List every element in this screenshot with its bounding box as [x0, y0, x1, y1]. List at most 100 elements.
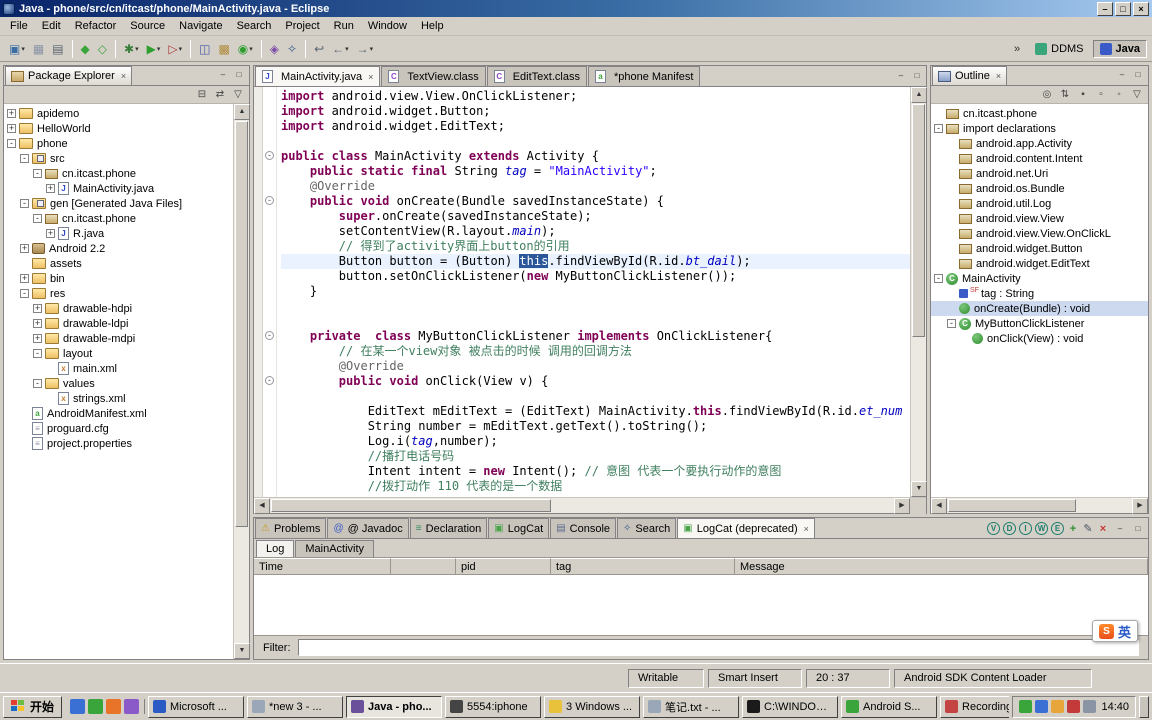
new-java-project-button[interactable]: ◫: [195, 39, 214, 59]
minimize-window-button[interactable]: –: [1097, 1, 1113, 16]
new-class-button[interactable]: ◉ ▾: [234, 39, 257, 59]
perspective-ddms-button[interactable]: DDMS: [1028, 40, 1090, 58]
scroll-thumb[interactable]: [912, 104, 925, 338]
scroll-up-icon[interactable]: ▲: [234, 104, 250, 120]
menu-source[interactable]: Source: [123, 18, 172, 34]
minimize-view-button[interactable]: –: [216, 69, 230, 81]
tray-icon-2[interactable]: [1035, 700, 1049, 713]
scroll-up-icon[interactable]: ▲: [911, 87, 927, 103]
link-with-editor-button[interactable]: ⇄: [213, 89, 227, 100]
console-tab[interactable]: ⚠ Problems: [255, 518, 327, 538]
explorer-item[interactable]: + Android 2.2: [4, 241, 233, 256]
task-button-6[interactable]: 笔记.txt - ...: [643, 695, 740, 718]
hide-non-public-button[interactable]: ◦: [1112, 89, 1126, 100]
explorer-item[interactable]: + drawable-ldpi: [4, 316, 233, 331]
menu-search[interactable]: Search: [230, 18, 279, 34]
close-view-icon[interactable]: ×: [996, 71, 1001, 81]
scroll-left-icon[interactable]: ◀: [931, 498, 947, 514]
explorer-item[interactable]: - cn.itcast.phone: [4, 166, 233, 181]
task-button-7[interactable]: C:\WINDOWS...: [742, 695, 839, 718]
outline-item[interactable]: cn.itcast.phone: [931, 106, 1148, 121]
show-desktop-button[interactable]: [1139, 695, 1149, 718]
collapse-icon[interactable]: -: [33, 379, 42, 388]
code-line[interactable]: public void onCreate(Bundle savedInstanc…: [281, 194, 910, 209]
explorer-item[interactable]: + MainActivity.java: [4, 181, 233, 196]
logcat-message-list[interactable]: [254, 575, 1148, 635]
explorer-item[interactable]: + drawable-mdpi: [4, 331, 233, 346]
console-tab[interactable]: ▤ Console: [550, 518, 617, 538]
console-tab[interactable]: @ @ Javadoc: [327, 518, 409, 538]
explorer-item[interactable]: main.xml: [4, 361, 233, 376]
column-header[interactable]: [391, 558, 456, 574]
outline-item[interactable]: android.content.Intent: [931, 151, 1148, 166]
menu-run[interactable]: Run: [327, 18, 361, 34]
maximize-view-button[interactable]: □: [1131, 69, 1145, 81]
tray-icon-1[interactable]: [1019, 700, 1033, 713]
task-button-3[interactable]: Java - pho...: [346, 695, 443, 718]
outline-item[interactable]: - import declarations: [931, 121, 1148, 136]
toolbar-overflow-icon[interactable]: »: [1014, 43, 1020, 55]
back-button[interactable]: ← ▾: [328, 39, 353, 59]
minimize-editor-button[interactable]: –: [894, 70, 908, 82]
forward-button[interactable]: → ▾: [353, 39, 378, 59]
expand-icon[interactable]: +: [46, 184, 55, 193]
collapse-icon[interactable]: -: [947, 319, 956, 328]
code-line[interactable]: import android.view.View.OnClickListener…: [281, 89, 910, 104]
editor-vertical-scrollbar[interactable]: ▲ ▼: [910, 87, 927, 497]
outline-item[interactable]: android.net.Uri: [931, 166, 1148, 181]
scroll-left-icon[interactable]: ◀: [254, 498, 270, 514]
code-line[interactable]: //播打电话号码: [281, 449, 910, 464]
logcat-filter-input[interactable]: [297, 639, 1139, 656]
perspective-java-button[interactable]: Java: [1092, 39, 1147, 58]
scroll-down-icon[interactable]: ▼: [234, 643, 250, 659]
menu-project[interactable]: Project: [278, 18, 326, 34]
scroll-thumb[interactable]: [271, 499, 551, 512]
expand-icon[interactable]: +: [33, 334, 42, 343]
code-line[interactable]: // 在某一个view对象 被点击的时候 调用的回调方法: [281, 344, 910, 359]
code-line[interactable]: private class MyButtonClickListener impl…: [281, 329, 910, 344]
menu-file[interactable]: File: [3, 18, 35, 34]
explorer-item[interactable]: - gen [Generated Java Files]: [4, 196, 233, 211]
package-explorer-tab[interactable]: Package Explorer ×: [5, 66, 133, 85]
console-tab[interactable]: ✧ Search: [617, 518, 677, 538]
loglevel-w-button[interactable]: W: [1035, 522, 1048, 535]
code-line[interactable]: [281, 389, 910, 404]
outline-item[interactable]: onClick(View) : void: [931, 331, 1148, 346]
expand-icon[interactable]: +: [46, 229, 55, 238]
fold-collapse-icon[interactable]: -: [265, 331, 274, 340]
edit-filter-button[interactable]: ✎: [1082, 522, 1094, 535]
view-menu-button[interactable]: ▽: [1130, 89, 1144, 100]
task-button-8[interactable]: Android S...: [841, 695, 938, 718]
loglevel-v-button[interactable]: V: [987, 522, 1000, 535]
code-line[interactable]: import android.widget.Button;: [281, 104, 910, 119]
explorer-item[interactable]: + drawable-hdpi: [4, 301, 233, 316]
collapse-icon[interactable]: -: [33, 169, 42, 178]
explorer-item[interactable]: - values: [4, 376, 233, 391]
view-menu-button[interactable]: ▽: [231, 89, 245, 100]
menu-help[interactable]: Help: [414, 18, 451, 34]
scroll-down-icon[interactable]: ▼: [911, 481, 927, 497]
code-line[interactable]: Button button = (Button) this.findViewBy…: [281, 254, 910, 269]
code-line[interactable]: super.onCreate(savedInstanceState);: [281, 209, 910, 224]
expand-icon[interactable]: +: [33, 304, 42, 313]
menu-navigate[interactable]: Navigate: [172, 18, 229, 34]
maximize-editor-button[interactable]: □: [910, 70, 924, 82]
fold-collapse-icon[interactable]: -: [265, 151, 274, 160]
expand-icon[interactable]: +: [20, 244, 29, 253]
outline-item[interactable]: android.app.Activity: [931, 136, 1148, 151]
close-tab-icon[interactable]: ×: [804, 524, 809, 534]
loglevel-d-button[interactable]: D: [1003, 522, 1016, 535]
collapse-icon[interactable]: -: [20, 199, 29, 208]
focus-button[interactable]: ◎: [1040, 89, 1054, 100]
outline-item[interactable]: android.util.Log: [931, 196, 1148, 211]
editor-tab[interactable]: MainActivity.java ×: [255, 66, 381, 86]
code-editor[interactable]: import android.view.View.OnClickListener…: [277, 87, 910, 497]
code-line[interactable]: String number = mEditText.getText().toSt…: [281, 419, 910, 434]
scroll-thumb[interactable]: [235, 121, 248, 528]
collapse-icon[interactable]: -: [33, 349, 42, 358]
open-type-button[interactable]: ◈: [266, 39, 283, 59]
tray-icon-4[interactable]: [1067, 700, 1081, 713]
menu-refactor[interactable]: Refactor: [68, 18, 124, 34]
logcat-filter-tab[interactable]: MainActivity: [295, 540, 375, 557]
outline-item[interactable]: android.view.View.OnClickL: [931, 226, 1148, 241]
